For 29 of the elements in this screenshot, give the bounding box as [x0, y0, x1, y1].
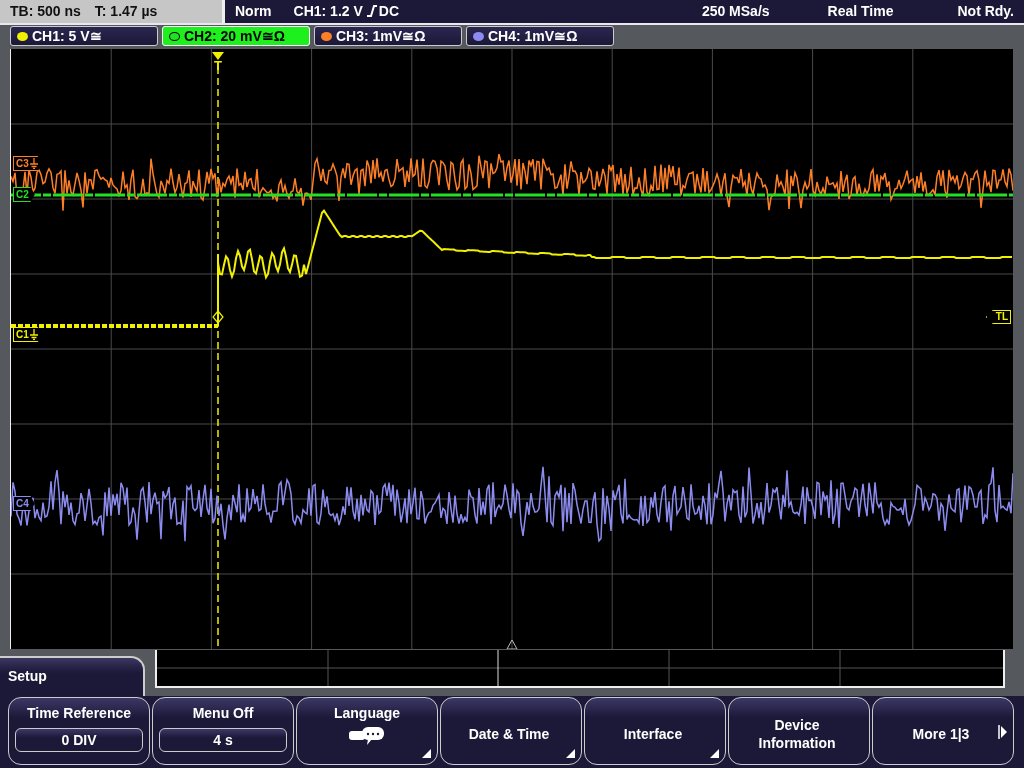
next-page-icon — [998, 725, 1007, 739]
softkey-button[interactable]: Time Reference 0 DIV — [8, 697, 150, 765]
softkey-button[interactable]: Device Information — [728, 697, 870, 765]
trigger-time-readout: T: 1.47 µs — [94, 3, 158, 20]
channel-button[interactable]: CH4: 1mV≅Ω — [466, 26, 614, 47]
timebase-readout: TB: 500 ns — [10, 3, 81, 20]
softkey-button[interactable]: Language — [296, 697, 438, 765]
trace-marker[interactable]: C4 — [13, 496, 35, 511]
softkey-button[interactable]: Interface — [584, 697, 726, 765]
submenu-indicator-icon — [710, 749, 719, 758]
softkey-button[interactable]: More 1|3 — [872, 697, 1014, 765]
submenu-indicator-icon — [422, 749, 431, 758]
acquisition-mode-readout: Real Time — [827, 3, 894, 20]
trigger-coupling-readout: DC — [378, 3, 401, 20]
submenu-indicator-icon — [566, 749, 575, 758]
channel-button[interactable]: CH2: 20 mV≅Ω — [162, 26, 310, 47]
channel-button[interactable]: CH3: 1mV≅Ω — [314, 26, 462, 47]
trigger-source-readout: CH1: 1.2 V — [293, 3, 363, 20]
softkey-button[interactable]: Menu Off 4 s — [152, 697, 294, 765]
softkey-button[interactable]: Date & Time — [440, 697, 582, 765]
status-readout: Not Rdy. — [957, 3, 1014, 20]
speech-bubbles-icon — [348, 726, 386, 746]
trigger-mode-readout: Norm — [235, 3, 272, 20]
rising-edge-icon — [365, 4, 378, 19]
softkey-value-field: 4 s — [159, 728, 287, 752]
softkey-value-field: 0 DIV — [15, 728, 143, 752]
sample-rate-readout: 250 MSa/s — [701, 3, 770, 20]
channel-button[interactable]: CH1: 5 V≅ — [10, 26, 158, 47]
trace-marker[interactable]: C2 — [13, 187, 35, 202]
